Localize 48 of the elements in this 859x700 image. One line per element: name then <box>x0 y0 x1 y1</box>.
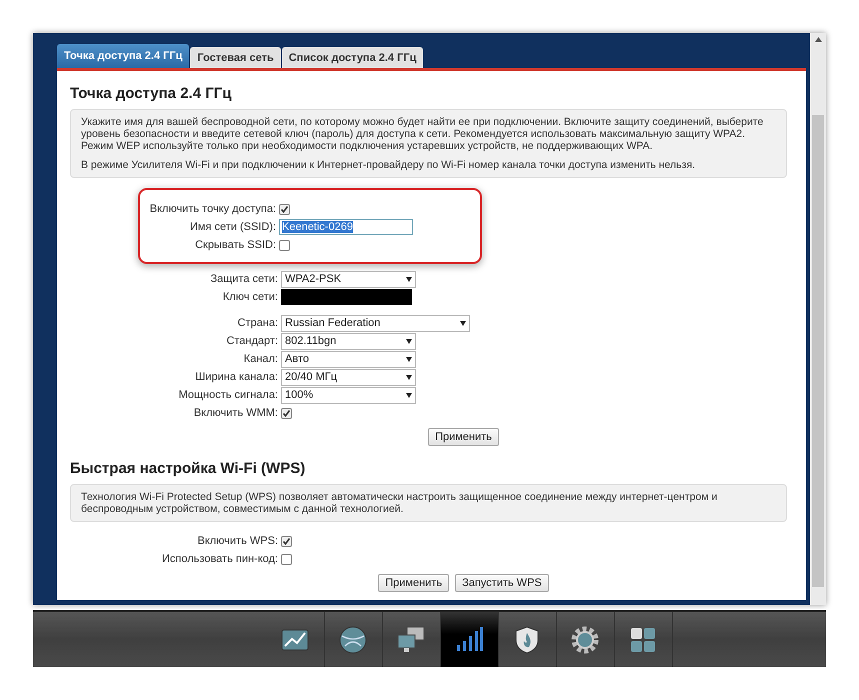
caret-icon <box>406 338 412 344</box>
info-text: Технология Wi-Fi Protected Setup (WPS) позволяет автоматически настроить защищенное соединение между интернет-центром и беспроводным устройством, совместимым с данной технологией. <box>81 491 718 515</box>
info-text: В режиме Усилителя Wi-Fi и при подключении к Интернет-провайдеру по Wi-Fi номер канала точки доступа изменить нельзя. <box>81 159 696 171</box>
apply-button[interactable]: Применить <box>378 574 450 592</box>
field-label: Ширина канала: <box>194 371 278 383</box>
apply-button[interactable]: Запустить WPS <box>455 574 549 592</box>
checkbox[interactable] <box>281 554 292 564</box>
field-label: Канал: <box>242 353 278 365</box>
caret-icon <box>460 320 466 326</box>
settings-icon <box>569 624 601 656</box>
checkbox[interactable] <box>279 240 290 250</box>
info-text: Укажите имя для вашей беспроводной сети, по которому можно будет найти ее при подключении. Включите защиту соединений, выберите уровень безопасности и введите сетевой ключ (пароль) для доступа к сети. Рекомендуется использовать максимальную защиту WPA2. Режим WEP используйте только при необходимости подключения устаревших устройств, не поддерживающих WPA. <box>81 116 764 152</box>
field-label: Скрывать SSID: <box>194 239 276 251</box>
section-title: Точка доступа 2.4 ГГц <box>70 85 232 102</box>
field-label: Имя сети (SSID): <box>188 221 276 233</box>
dock-button[interactable] <box>440 612 498 667</box>
globe-icon <box>337 624 369 656</box>
caret-icon <box>406 276 412 282</box>
field-label: Включить точку доступа: <box>148 203 276 215</box>
checkbox[interactable] <box>281 536 292 546</box>
tab[interactable]: Список доступа 2.4 ГГц <box>282 47 424 68</box>
field-label: Использовать пин-код: <box>161 553 278 565</box>
caret-icon <box>406 374 412 380</box>
field-label: Страна: <box>236 317 278 329</box>
scroll-up-icon[interactable] <box>814 37 822 42</box>
dropdown[interactable]: Russian Federation <box>281 314 470 332</box>
tab[interactable]: Точка доступа 2.4 ГГц <box>57 44 190 68</box>
field-label: Включить WPS: <box>196 535 278 547</box>
checkbox[interactable] <box>281 408 292 418</box>
tab[interactable]: Гостевая сеть <box>190 47 281 68</box>
dropdown[interactable]: 20/40 МГц <box>281 368 416 386</box>
dropdown[interactable]: 100% <box>281 386 416 404</box>
caret-icon <box>406 392 412 398</box>
dropdown[interactable]: WPA2-PSK <box>281 270 416 288</box>
password-field[interactable] <box>281 289 412 305</box>
dropdown[interactable]: 802.11bgn <box>281 332 416 350</box>
section-title: Быстрая настройка Wi-Fi (WPS) <box>70 460 306 477</box>
checkbox[interactable] <box>279 204 290 214</box>
scrollbar[interactable] <box>810 33 826 605</box>
caret-icon <box>406 356 412 362</box>
field-label: Мощность сигнала: <box>178 389 278 401</box>
dropdown[interactable]: Авто <box>281 350 416 368</box>
apply-button[interactable]: Применить <box>428 428 499 446</box>
text-field[interactable]: Keenetic-0269 <box>279 219 413 235</box>
field-label: Стандарт: <box>225 335 278 347</box>
field-label: Защита сети: <box>209 273 278 285</box>
field-label: Ключ сети: <box>222 291 278 303</box>
field-label: Включить WMM: <box>192 407 278 419</box>
